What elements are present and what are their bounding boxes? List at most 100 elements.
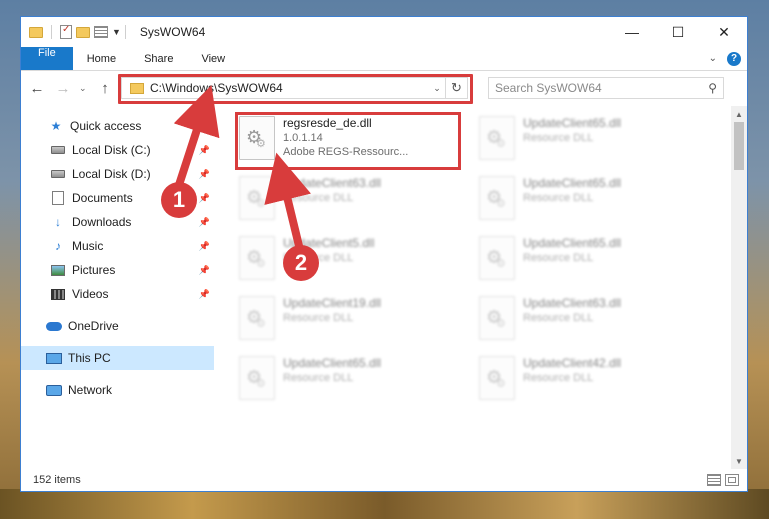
search-icon[interactable]: ⚲ bbox=[708, 81, 717, 95]
search-box[interactable]: Search SysWOW64 ⚲ bbox=[488, 77, 724, 99]
pin-icon[interactable]: 📌 bbox=[199, 169, 210, 180]
file-explorer-window: ▼ SysWOW64 — ☐ ✕ File Home Share View ⌄ … bbox=[20, 16, 748, 492]
sidebar-item-music[interactable]: ♪ Music 📌 bbox=[21, 234, 214, 258]
file-description: Adobe REGS-Ressourc... bbox=[283, 146, 409, 158]
sidebar-item-label: Documents bbox=[72, 191, 133, 205]
refresh-icon[interactable]: ↻ bbox=[445, 78, 467, 98]
navigation-bar: ← → ⌄ ↑ C:\Windows\SysWOW64 ⌄ ↻ Search S… bbox=[21, 71, 747, 105]
scroll-thumb[interactable] bbox=[734, 122, 744, 170]
properties-icon[interactable] bbox=[60, 24, 72, 39]
pin-icon[interactable]: 📌 bbox=[199, 289, 210, 300]
address-path[interactable]: C:\Windows\SysWOW64 bbox=[150, 81, 429, 95]
address-dropdown-icon[interactable]: ⌄ bbox=[429, 83, 445, 94]
file-name: UpdateClient19.dll bbox=[283, 296, 382, 310]
sidebar-item-label: Pictures bbox=[72, 263, 116, 277]
details-view-icon[interactable] bbox=[707, 474, 721, 486]
back-arrow-icon[interactable]: ← bbox=[27, 80, 47, 97]
file-type: Resource DLL bbox=[283, 312, 354, 324]
pc-icon bbox=[45, 351, 63, 365]
file-name: UpdateClient65.dll bbox=[283, 356, 382, 370]
sidebar-item-this-pc[interactable]: This PC bbox=[21, 346, 214, 370]
file-item[interactable]: UpdateClient19.dll Resource DLL bbox=[239, 292, 479, 352]
quick-access-toolbar: ▼ bbox=[21, 24, 121, 39]
sidebar-item-pictures[interactable]: Pictures 📌 bbox=[21, 258, 214, 282]
sidebar-item-local-disk-c[interactable]: Local Disk (C:) 📌 bbox=[21, 138, 214, 162]
dll-file-icon bbox=[479, 116, 515, 160]
file-item[interactable]: UpdateClient65.dll Resource DLL bbox=[479, 172, 719, 232]
item-count: 152 items bbox=[33, 474, 81, 486]
download-icon: ↓ bbox=[55, 215, 61, 229]
sidebar-item-label: Downloads bbox=[72, 215, 132, 229]
file-name: UpdateClient65.dll bbox=[523, 236, 622, 250]
pictures-icon bbox=[49, 263, 67, 277]
file-item[interactable]: UpdateClient63.dll Resource DLL bbox=[479, 292, 719, 352]
file-type: Resource DLL bbox=[523, 252, 594, 264]
folder-icon bbox=[130, 82, 144, 94]
recent-locations-icon[interactable]: ⌄ bbox=[79, 83, 89, 94]
tab-view[interactable]: View bbox=[187, 47, 239, 70]
documents-icon bbox=[49, 191, 67, 205]
tab-home[interactable]: Home bbox=[73, 47, 130, 70]
sidebar-item-label: Videos bbox=[72, 287, 109, 301]
pin-icon[interactable]: 📌 bbox=[199, 241, 210, 252]
sidebar-item-onedrive[interactable]: OneDrive bbox=[21, 314, 214, 338]
tab-share[interactable]: Share bbox=[130, 47, 187, 70]
search-input[interactable]: Search SysWOW64 bbox=[495, 81, 708, 95]
pin-icon[interactable]: 📌 bbox=[199, 265, 210, 276]
file-name: UpdateClient65.dll bbox=[523, 176, 622, 190]
customize-toolbar-icon[interactable]: ▼ bbox=[112, 27, 121, 37]
expand-ribbon-icon[interactable]: ⌄ bbox=[709, 53, 717, 64]
pin-icon[interactable]: 📌 bbox=[199, 217, 210, 228]
address-bar[interactable]: C:\Windows\SysWOW64 ⌄ ↻ bbox=[118, 74, 473, 104]
file-name: UpdateClient42.dll bbox=[523, 356, 622, 370]
videos-icon bbox=[49, 287, 67, 301]
sidebar-item-label: Quick access bbox=[70, 119, 142, 133]
file-version: 1.0.1.14 bbox=[283, 132, 323, 144]
new-folder-icon[interactable] bbox=[76, 26, 90, 38]
file-item[interactable]: UpdateClient63.dll Resource DLL bbox=[239, 172, 479, 232]
dll-file-icon bbox=[239, 236, 275, 280]
sidebar-item-quick-access[interactable]: ★ Quick access bbox=[21, 114, 214, 138]
vertical-scrollbar[interactable]: ▲ ▼ bbox=[731, 106, 747, 469]
scroll-down-icon[interactable]: ▼ bbox=[731, 453, 747, 469]
minimize-button[interactable]: — bbox=[609, 17, 655, 47]
step-one-badge: 1 bbox=[161, 182, 197, 218]
up-arrow-icon[interactable]: ↑ bbox=[95, 80, 115, 97]
music-icon: ♪ bbox=[55, 239, 61, 253]
navigation-pane: ★ Quick access Local Disk (C:) 📌 Local D… bbox=[21, 106, 215, 469]
file-list: regsresde_de.dll 1.0.1.14 Adobe REGS-Res… bbox=[215, 106, 747, 469]
pin-icon[interactable]: 📌 bbox=[199, 145, 210, 156]
file-type: Resource DLL bbox=[283, 192, 354, 204]
dll-file-icon bbox=[479, 176, 515, 220]
desktop-background bbox=[0, 489, 769, 519]
sidebar-item-label: This PC bbox=[68, 351, 111, 365]
file-item[interactable]: UpdateClient65.dll Resource DLL bbox=[479, 232, 719, 292]
title-bar: ▼ SysWOW64 — ☐ ✕ bbox=[21, 17, 747, 47]
ribbon-tabs: File Home Share View ⌄ ? bbox=[21, 47, 747, 71]
pin-icon[interactable]: 📌 bbox=[199, 193, 210, 204]
title-divider bbox=[124, 25, 126, 39]
file-name: UpdateClient63.dll bbox=[283, 176, 382, 190]
file-type: Resource DLL bbox=[523, 192, 594, 204]
scroll-up-icon[interactable]: ▲ bbox=[731, 106, 747, 122]
file-type: Resource DLL bbox=[523, 312, 594, 324]
file-item[interactable]: UpdateClient5.dll Resource DLL bbox=[239, 232, 479, 292]
file-type: Resource DLL bbox=[283, 372, 354, 384]
tiles-view-icon[interactable] bbox=[725, 474, 739, 486]
tab-file[interactable]: File bbox=[21, 47, 73, 70]
file-item[interactable]: UpdateClient65.dll Resource DLL bbox=[479, 112, 719, 172]
file-name: UpdateClient63.dll bbox=[523, 296, 622, 310]
view-icon[interactable] bbox=[94, 26, 108, 38]
folder-icon bbox=[29, 26, 43, 38]
maximize-button[interactable]: ☐ bbox=[655, 17, 701, 47]
toolbar-divider bbox=[51, 25, 52, 39]
close-button[interactable]: ✕ bbox=[701, 17, 747, 47]
sidebar-item-label: Music bbox=[72, 239, 104, 253]
sidebar-item-videos[interactable]: Videos 📌 bbox=[21, 282, 214, 306]
file-item-regsresde[interactable]: regsresde_de.dll 1.0.1.14 Adobe REGS-Res… bbox=[239, 112, 479, 172]
sidebar-item-network[interactable]: Network bbox=[21, 378, 214, 402]
file-item[interactable]: UpdateClient65.dll Resource DLL bbox=[239, 352, 479, 412]
help-icon[interactable]: ? bbox=[727, 51, 741, 66]
file-item[interactable]: UpdateClient42.dll Resource DLL bbox=[479, 352, 719, 412]
forward-arrow-icon[interactable]: → bbox=[53, 80, 73, 97]
